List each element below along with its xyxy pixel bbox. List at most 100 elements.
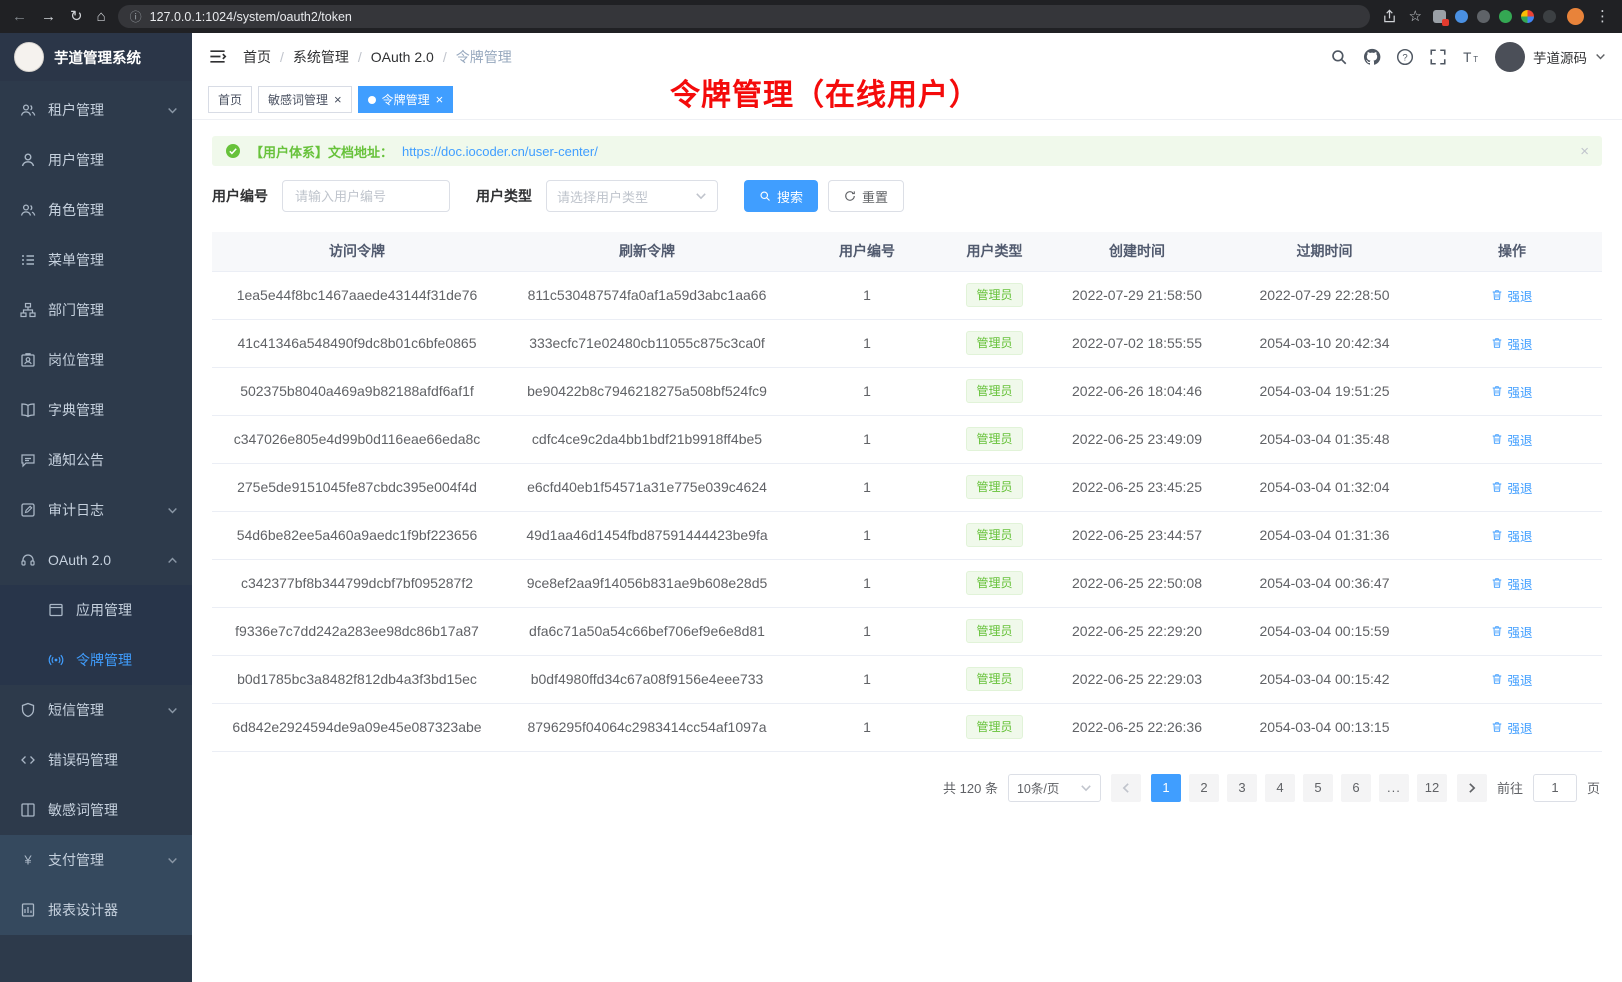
sidebar-item-12[interactable]: 短信管理	[0, 685, 192, 735]
access-token-cell: 1ea5e44f8bc1467aaede43144f31de76	[212, 271, 502, 319]
sidebar-item-3[interactable]: 菜单管理	[0, 235, 192, 285]
svg-text:T: T	[1463, 50, 1471, 65]
page-button-6[interactable]: 6	[1341, 774, 1371, 802]
multi-ext-icon[interactable]	[1521, 10, 1534, 23]
expire-time-cell: 2022-07-29 22:28:50	[1227, 271, 1422, 319]
sidebar-item-6[interactable]: 字典管理	[0, 385, 192, 435]
sidebar-item-14[interactable]: 敏感词管理	[0, 785, 192, 835]
user-type-cell: 管理员	[942, 367, 1047, 415]
page-size-select[interactable]: 10条/页	[1008, 774, 1101, 802]
sidebar-item-16[interactable]: 报表设计器	[0, 885, 192, 935]
user-type-select[interactable]: 请选择用户类型	[546, 180, 718, 212]
user-id-input[interactable]	[282, 180, 450, 212]
breadcrumb-item[interactable]: 系统管理	[293, 47, 349, 67]
refresh-token-cell: be90422b8c7946218275a508bf524fc9	[502, 367, 792, 415]
tab-close-icon[interactable]: ×	[334, 93, 342, 106]
page-button-1[interactable]: 1	[1151, 774, 1181, 802]
kick-button[interactable]: 强退	[1491, 670, 1532, 689]
tab-1[interactable]: 敏感词管理×	[258, 86, 352, 113]
dark-ext-icon[interactable]	[1543, 10, 1556, 23]
sidebar-item-10[interactable]: 应用管理	[0, 585, 192, 635]
alert-close-icon[interactable]: ×	[1580, 143, 1589, 160]
url-bar[interactable]: ⓘ 127.0.0.1:1024/system/oauth2/token	[118, 5, 1370, 28]
user-menu[interactable]: 芋道源码	[1495, 42, 1606, 72]
site-info-icon[interactable]: ⓘ	[130, 8, 142, 25]
kick-button[interactable]: 强退	[1491, 334, 1532, 353]
question-icon[interactable]: ?	[1396, 48, 1414, 66]
sidebar-logo[interactable]: 芋道管理系统	[0, 33, 192, 81]
browser-profile-avatar[interactable]	[1567, 8, 1584, 25]
search-icon	[759, 190, 771, 202]
blue-ext-icon[interactable]	[1455, 10, 1468, 23]
sidebar-menu: 租户管理用户管理角色管理菜单管理部门管理岗位管理字典管理通知公告审计日志OAut…	[0, 81, 192, 935]
browser-refresh-icon[interactable]: ↻	[70, 9, 83, 24]
browser-back-icon[interactable]: ←	[12, 9, 27, 24]
sidebar-item-1[interactable]: 用户管理	[0, 135, 192, 185]
green-ext-icon[interactable]	[1499, 10, 1512, 23]
search-icon[interactable]	[1330, 48, 1348, 66]
kick-button[interactable]: 强退	[1491, 574, 1532, 593]
user-icon	[20, 152, 36, 168]
reset-button[interactable]: 重置	[828, 180, 904, 212]
kick-button[interactable]: 强退	[1491, 622, 1532, 641]
sidebar-item-8[interactable]: 审计日志	[0, 485, 192, 535]
kick-button[interactable]: 强退	[1491, 526, 1532, 545]
goto-page-input[interactable]	[1533, 774, 1577, 802]
search-button[interactable]: 搜索	[744, 180, 818, 212]
browser-home-icon[interactable]: ⌂	[97, 9, 106, 24]
chevron-down-icon	[167, 505, 178, 516]
sidebar-item-5[interactable]: 岗位管理	[0, 335, 192, 385]
column-header: 操作	[1422, 232, 1602, 271]
alert-doc-link[interactable]: https://doc.iocoder.cn/user-center/	[402, 144, 598, 159]
kick-button[interactable]: 强退	[1491, 718, 1532, 737]
token-table: 访问令牌刷新令牌用户编号用户类型创建时间过期时间操作 1ea5e44f8bc14…	[212, 232, 1602, 752]
kick-button[interactable]: 强退	[1491, 478, 1532, 497]
star-icon[interactable]: ☆	[1409, 9, 1422, 24]
puzzle-ext-icon[interactable]	[1433, 10, 1446, 23]
sidebar-item-13[interactable]: 错误码管理	[0, 735, 192, 785]
sidebar-item-15[interactable]: ¥支付管理	[0, 835, 192, 885]
kick-button[interactable]: 强退	[1491, 382, 1532, 401]
people-icon	[20, 102, 36, 118]
page-button-2[interactable]: 2	[1189, 774, 1219, 802]
created-time-cell: 2022-06-25 23:45:25	[1047, 463, 1227, 511]
browser-menu-icon[interactable]: ⋮	[1595, 9, 1610, 24]
next-page-button[interactable]	[1457, 774, 1487, 802]
breadcrumb-item[interactable]: 首页	[243, 47, 271, 67]
tab-0[interactable]: 首页	[208, 86, 252, 113]
page-button-4[interactable]: 4	[1265, 774, 1295, 802]
page-button-12[interactable]: 12	[1417, 774, 1447, 802]
column-header: 用户编号	[792, 232, 942, 271]
page-button-3[interactable]: 3	[1227, 774, 1257, 802]
pager-more-button[interactable]: ...	[1379, 774, 1409, 802]
sidebar-item-9[interactable]: OAuth 2.0	[0, 535, 192, 585]
gray-ext-icon[interactable]	[1477, 10, 1490, 23]
share-icon[interactable]	[1382, 9, 1397, 24]
browser-forward-icon[interactable]: →	[41, 9, 56, 24]
refresh-token-cell: 49d1aa46d1454fbd87591444423be9fa	[502, 511, 792, 559]
access-token-cell: 275e5de9151045fe87cbdc395e004f4d	[212, 463, 502, 511]
github-icon[interactable]	[1363, 48, 1381, 66]
user-type-badge: 管理员	[966, 571, 1022, 595]
hamburger-icon[interactable]	[208, 47, 227, 66]
tab-2[interactable]: 令牌管理×	[358, 86, 454, 113]
tab-close-icon[interactable]: ×	[436, 93, 444, 106]
table-row: 54d6be82ee5a460a9aedc1f9bf22365649d1aa46…	[212, 511, 1602, 559]
sidebar-item-4[interactable]: 部门管理	[0, 285, 192, 335]
font-size-icon[interactable]: TT	[1462, 48, 1480, 66]
kick-button[interactable]: 强退	[1491, 286, 1532, 305]
prev-page-button[interactable]	[1111, 774, 1141, 802]
user-type-cell: 管理员	[942, 703, 1047, 751]
fullscreen-icon[interactable]	[1429, 48, 1447, 66]
kick-button-label: 强退	[1507, 526, 1532, 545]
breadcrumb-item[interactable]: OAuth 2.0	[371, 49, 434, 65]
page-button-5[interactable]: 5	[1303, 774, 1333, 802]
sidebar-item-0[interactable]: 租户管理	[0, 85, 192, 135]
table-row: 41c41346a548490f9dc8b01c6bfe0865333ecfc7…	[212, 319, 1602, 367]
kick-button[interactable]: 强退	[1491, 430, 1532, 449]
sidebar-item-7[interactable]: 通知公告	[0, 435, 192, 485]
sidebar-item-11[interactable]: 令牌管理	[0, 635, 192, 685]
sidebar-item-label: 应用管理	[76, 600, 132, 620]
created-time-cell: 2022-06-25 22:29:20	[1047, 607, 1227, 655]
sidebar-item-2[interactable]: 角色管理	[0, 185, 192, 235]
